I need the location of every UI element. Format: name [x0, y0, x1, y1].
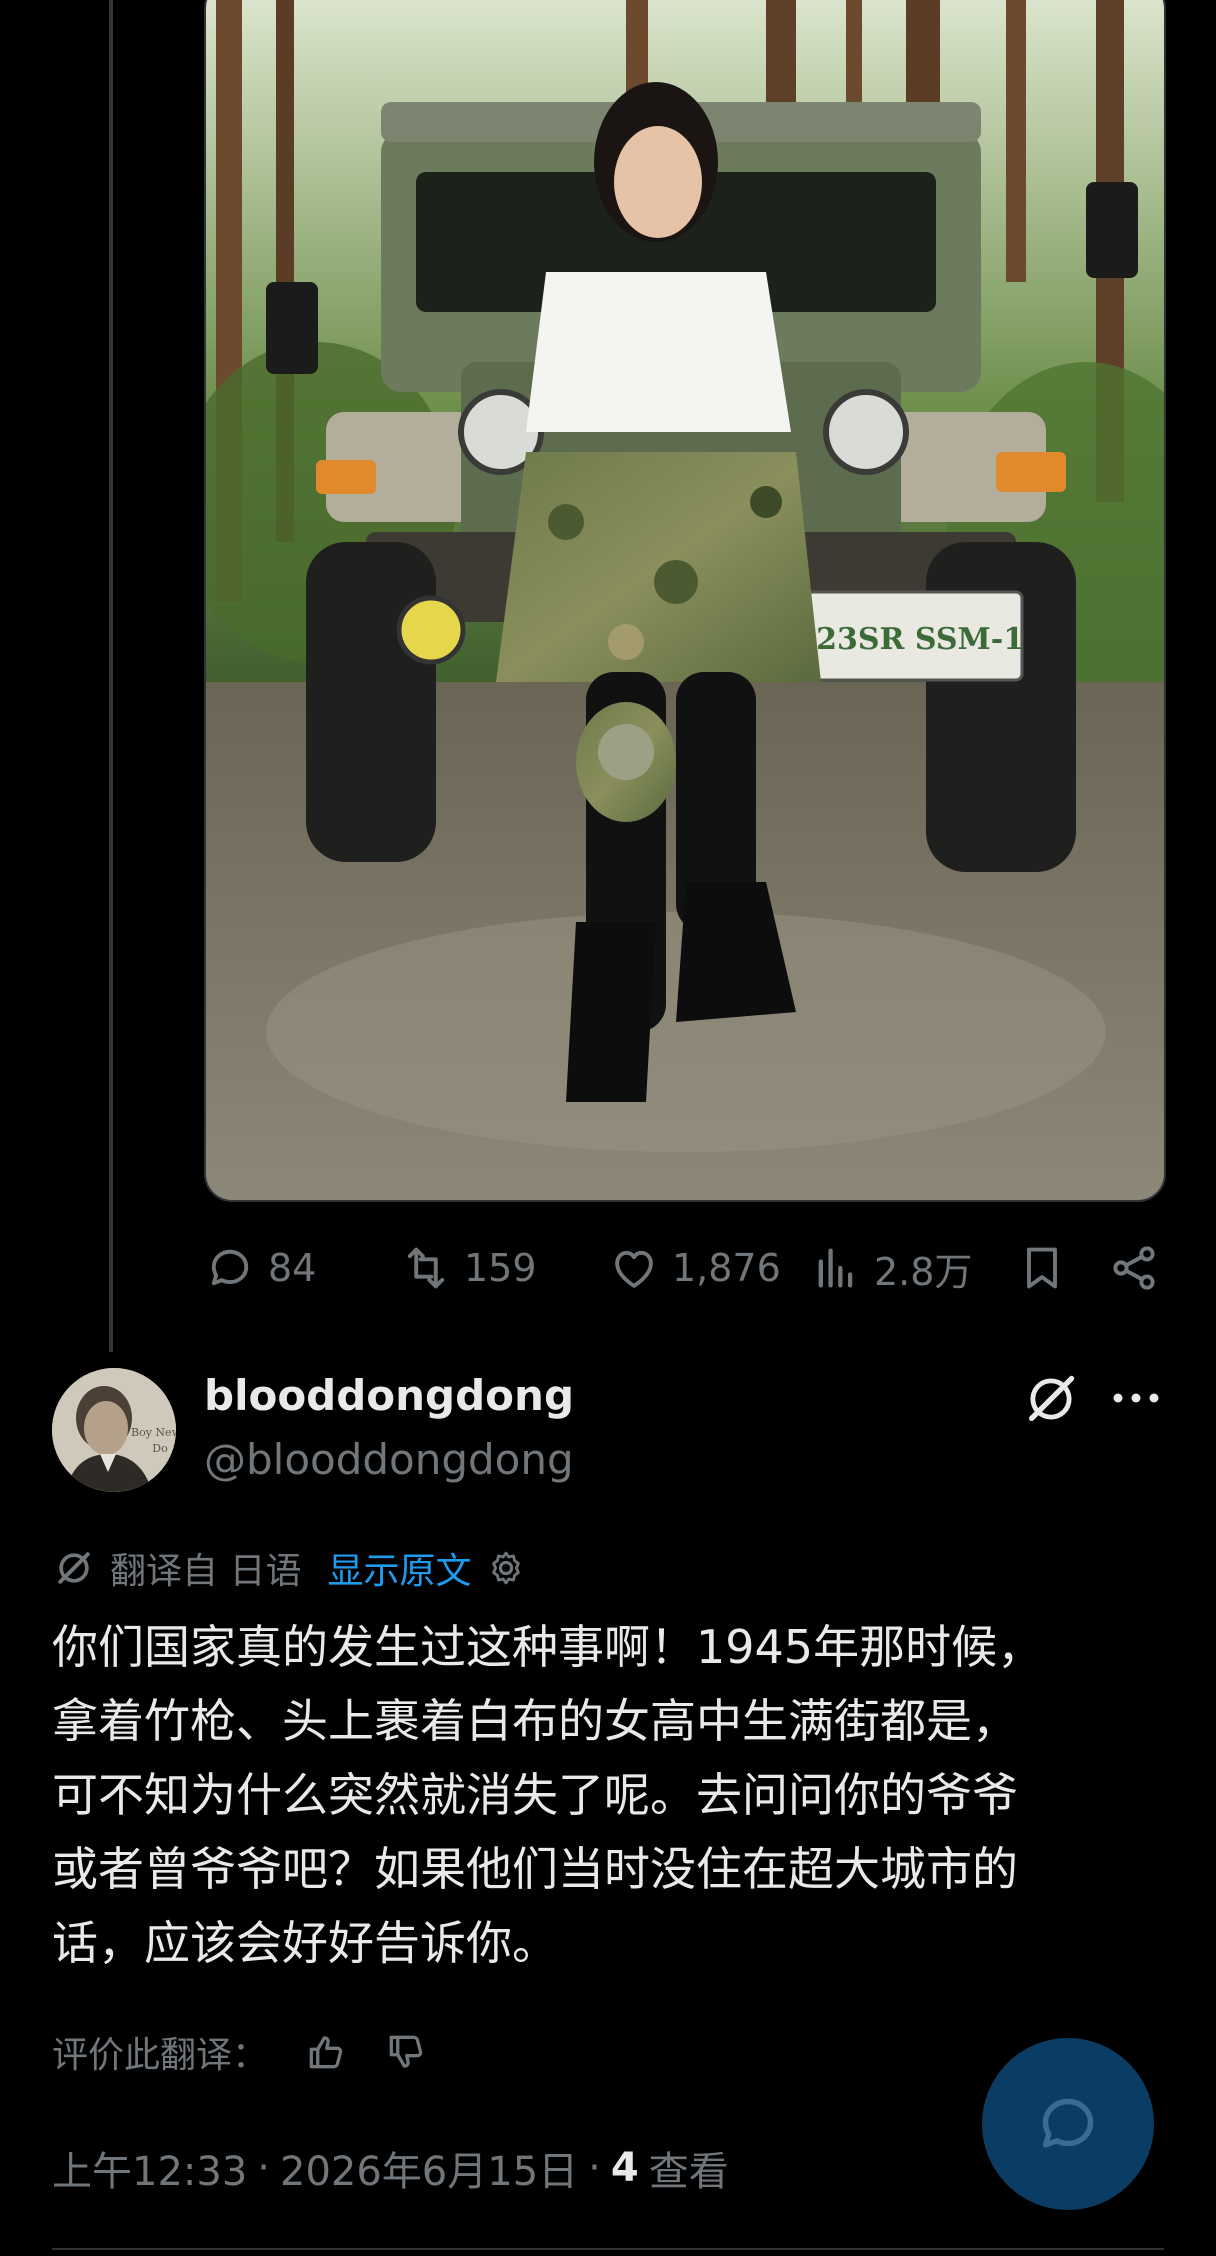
like-count: 1,876 [672, 1246, 781, 1290]
post-view-label: 查看 [648, 2149, 729, 2195]
thumbs-up-icon[interactable] [304, 2030, 348, 2074]
views-button[interactable]: 2.8万 [810, 1232, 972, 1304]
like-icon [615, 1250, 653, 1288]
reply-button[interactable]: 84 [204, 1232, 316, 1304]
photo-jeep-scene: J23SR SSM-1 [206, 0, 1164, 1200]
author-display-name[interactable]: blooddongdong [204, 1368, 574, 1424]
views-icon [818, 1248, 853, 1288]
reply-text-line: 你们国家真的发生过这种事啊！1945年那时候， [52, 1620, 1044, 1674]
avatar-caption-line-2: Do [152, 1442, 168, 1455]
post-meta: 上午12:33 · 2026年6月15日 · 4 查看 [52, 2138, 729, 2198]
reply-text-line: 话，应该会好好告诉你。 [52, 1916, 558, 1970]
post-actions-bar: 84 159 1,876 2.8万 [204, 1232, 1164, 1304]
avatar[interactable]: Boy New Do [52, 1368, 176, 1492]
repost-count: 159 [464, 1246, 537, 1290]
avatar-caption-line-1: Boy New [131, 1426, 176, 1439]
author-handle[interactable]: @blooddongdong [204, 1432, 574, 1488]
avatar-photo: Boy New Do [52, 1368, 176, 1492]
repost-icon [407, 1247, 445, 1289]
views-count: 2.8万 [874, 1249, 973, 1294]
meta-separator: · [588, 2145, 601, 2191]
bookmark-button[interactable] [1016, 1232, 1068, 1304]
rate-translation-bar: 评价此翻译： [52, 2024, 428, 2080]
share-icon [1113, 1246, 1155, 1290]
reply-body-text: 你们国家真的发生过这种事啊！1945年那时候， 拿着竹枪、头上裹着白布的女高中生… [52, 1610, 1182, 1980]
repost-button[interactable]: 159 [400, 1232, 537, 1304]
more-options-icon[interactable] [1108, 1378, 1164, 1418]
gear-icon[interactable] [485, 1547, 527, 1589]
bookmark-icon [1027, 1247, 1057, 1289]
reply-count: 84 [268, 1246, 317, 1290]
reply-text-line: 可不知为什么突然就消失了呢。去问问你的爷爷 [52, 1768, 1018, 1822]
reply-bubble-icon [1042, 2098, 1094, 2148]
post-view-count: 4 [610, 2145, 639, 2191]
post-time[interactable]: 上午12:33 [52, 2139, 247, 2197]
thread-connector-line [109, 0, 113, 1352]
meta-separator: · [257, 2145, 270, 2191]
thumbs-down-icon[interactable] [384, 2030, 428, 2074]
grok-translate-icon [58, 1552, 90, 1584]
post-date[interactable]: 2026年6月15日 [280, 2139, 578, 2197]
rate-translation-label: 评价此翻译： [52, 2035, 269, 2076]
reply-text-line: 或者曾爷爷吧？如果他们当时没住在超大城市的 [52, 1842, 1018, 1896]
divider [52, 2248, 1164, 2250]
grok-icon[interactable] [1022, 1370, 1080, 1428]
compose-reply-fab[interactable] [982, 2038, 1154, 2210]
post-media-image[interactable]: J23SR SSM-1 [204, 0, 1166, 1202]
reply-icon [211, 1249, 249, 1286]
translation-bar: 翻译自 日语 显示原文 [52, 1538, 527, 1598]
share-button[interactable] [1108, 1232, 1160, 1304]
reply-text-line: 拿着竹枪、头上裹着白布的女高中生满街都是， [52, 1694, 1018, 1748]
like-button[interactable]: 1,876 [608, 1232, 781, 1304]
translated-from-label: 翻译自 日语 [110, 1551, 302, 1592]
show-original-link[interactable]: 显示原文 [327, 1542, 471, 1594]
license-plate-text: J23SR SSM-1 [799, 622, 1024, 657]
